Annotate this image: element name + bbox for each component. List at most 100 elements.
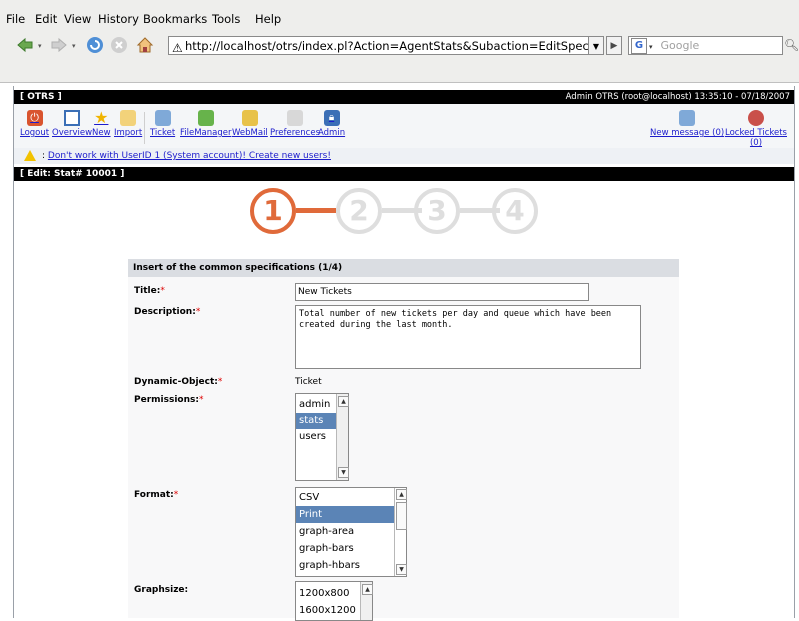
page-warning-icon: ⚠	[172, 41, 183, 55]
menu-file[interactable]: File	[6, 12, 25, 26]
nav-logout-label: Logout	[20, 128, 50, 138]
step-3[interactable]: 3	[414, 188, 460, 234]
nav-overview[interactable]: Overview	[52, 110, 92, 138]
preferences-icon	[287, 110, 303, 126]
new-message-label: New message (0)	[650, 128, 725, 138]
format-option-graph-hbars[interactable]: graph-hbars	[296, 557, 406, 574]
warning-icon	[24, 150, 36, 161]
nav-filemanager-label: FileManager	[180, 128, 232, 138]
nav-preferences[interactable]: Preferences	[270, 110, 320, 138]
menu-help[interactable]: Help	[255, 12, 281, 26]
ticket-icon	[154, 110, 171, 126]
nav-new-label: New	[92, 128, 111, 138]
format-scrollbar[interactable]: ▲ ▼	[394, 488, 407, 576]
format-label: Format:*	[134, 490, 179, 500]
step-1[interactable]: 1	[250, 188, 296, 234]
format-option-graph-bars[interactable]: graph-bars	[296, 540, 406, 557]
search-input[interactable]: G ▾ Google	[628, 36, 783, 55]
locked-tickets-label: Locked Tickets (0)	[725, 128, 787, 148]
scrollbar-track[interactable]	[794, 86, 795, 618]
forward-dropdown-icon[interactable]: ▾	[72, 42, 76, 50]
power-icon: ⏻	[26, 110, 43, 126]
nav-ticket-label: Ticket	[150, 128, 176, 138]
edit-title: [ Edit: Stat# 10001 ]	[20, 169, 125, 179]
admin-icon: 🔒︎	[323, 110, 340, 126]
scroll-up-icon[interactable]: ▲	[362, 584, 373, 595]
step-2[interactable]: 2	[336, 188, 382, 234]
nav-admin[interactable]: 🔒︎ Admin	[318, 110, 345, 138]
google-engine-icon[interactable]: G	[631, 38, 647, 54]
nav-webmail[interactable]: WebMail	[232, 110, 268, 138]
edit-title-bar: [ Edit: Stat# 10001 ]	[14, 167, 794, 181]
warning-bar: : Don't work with UserID 1 (System accou…	[14, 148, 794, 164]
title-label: Title:*	[134, 286, 165, 296]
form-title: Insert of the common specifications (1/4…	[133, 263, 343, 273]
description-label: Description:*	[134, 307, 201, 317]
forward-icon[interactable]	[50, 36, 68, 54]
graphsize-listbox[interactable]: 1200x800 1600x1200 ▲	[295, 581, 373, 621]
star-icon: ★	[94, 108, 109, 127]
graphsize-label: Graphsize:	[134, 585, 189, 595]
reload-icon[interactable]	[86, 36, 104, 54]
form-title-bar: Insert of the common specifications (1/4…	[128, 259, 679, 277]
nav-logout[interactable]: ⏻ Logout	[20, 110, 49, 138]
nav-new[interactable]: ★ New	[92, 108, 111, 139]
permissions-scrollbar[interactable]: ▲ ▼	[336, 394, 349, 480]
specification-form: Insert of the common specifications (1/4…	[128, 259, 679, 621]
dynamic-object-label: Dynamic-Object:*	[134, 377, 223, 387]
filemanager-icon	[197, 110, 214, 126]
webmail-icon	[241, 110, 258, 126]
stop-icon[interactable]	[110, 36, 128, 54]
format-listbox[interactable]: CSV Print graph-area graph-bars graph-hb…	[295, 487, 407, 577]
url-history-dropdown[interactable]: ▼	[588, 36, 604, 55]
nav-import[interactable]: Import	[114, 110, 142, 138]
scroll-up-icon[interactable]: ▲	[396, 489, 407, 500]
otrs-header-bar: [ OTRS ] Admin OTRS (root@localhost) 13:…	[14, 90, 794, 104]
home-icon[interactable]	[136, 36, 154, 54]
step-4[interactable]: 4	[492, 188, 538, 234]
scroll-thumb[interactable]	[396, 502, 407, 530]
import-icon	[120, 110, 137, 126]
otrs-brand: [ OTRS ]	[20, 92, 62, 102]
nav-filemanager[interactable]: FileManager	[180, 110, 231, 138]
nav-ticket[interactable]: Ticket	[150, 110, 175, 138]
search-placeholder: Google	[660, 39, 700, 52]
format-option-graph-area[interactable]: graph-area	[296, 523, 406, 540]
scroll-up-icon[interactable]: ▲	[338, 396, 349, 407]
browser-menubar: File Edit View History Bookmarks Tools H…	[0, 0, 799, 30]
menu-edit[interactable]: Edit	[35, 12, 57, 26]
menu-bookmarks[interactable]: Bookmarks	[143, 12, 207, 26]
nav-overview-label: Overview	[52, 128, 93, 138]
menu-history[interactable]: History	[98, 12, 139, 26]
scroll-down-icon[interactable]: ▼	[396, 564, 407, 575]
step-connector-1	[296, 208, 336, 213]
menu-view[interactable]: View	[64, 12, 91, 26]
otrs-navigation: ⏻ Logout Overview ★ New Import Ticket Fi…	[14, 104, 794, 148]
nav-new-message[interactable]: New message (0)	[650, 110, 724, 138]
scroll-down-icon[interactable]: ▼	[338, 467, 349, 478]
locked-tickets-icon	[748, 110, 764, 126]
graphsize-scrollbar[interactable]: ▲	[360, 582, 373, 620]
nav-import-label: Import	[114, 128, 143, 138]
warning-link[interactable]: Don't work with UserID 1 (System account…	[48, 151, 331, 161]
format-option-print[interactable]: Print	[296, 506, 406, 523]
dynamic-object-value: Ticket	[295, 377, 322, 387]
title-input[interactable]: New Tickets	[295, 283, 589, 301]
url-bar[interactable]: ⚠ http://localhost/otrs/index.pl?Action=…	[168, 36, 590, 55]
nav-preferences-label: Preferences	[270, 128, 320, 138]
menu-tools[interactable]: Tools	[212, 12, 240, 26]
permissions-label: Permissions:*	[134, 395, 204, 405]
back-dropdown-icon[interactable]: ▾	[38, 42, 42, 50]
go-button[interactable]: ▶	[606, 36, 622, 55]
back-icon[interactable]	[16, 36, 34, 54]
nav-locked-tickets[interactable]: Locked Tickets (0)	[718, 110, 794, 148]
bookmarks-toolbar	[0, 60, 799, 83]
nav-webmail-label: WebMail	[232, 128, 268, 138]
description-textarea[interactable]: Total number of new tickets per day and …	[295, 305, 641, 369]
nav-admin-label: Admin	[318, 128, 346, 138]
permissions-listbox[interactable]: admin stats users ▲ ▼	[295, 393, 349, 481]
window-icon	[64, 110, 81, 126]
url-text: http://localhost/otrs/index.pl?Action=Ag…	[185, 39, 590, 53]
search-icon[interactable]: 🔍︎	[784, 38, 799, 52]
format-option-csv[interactable]: CSV	[296, 489, 406, 506]
